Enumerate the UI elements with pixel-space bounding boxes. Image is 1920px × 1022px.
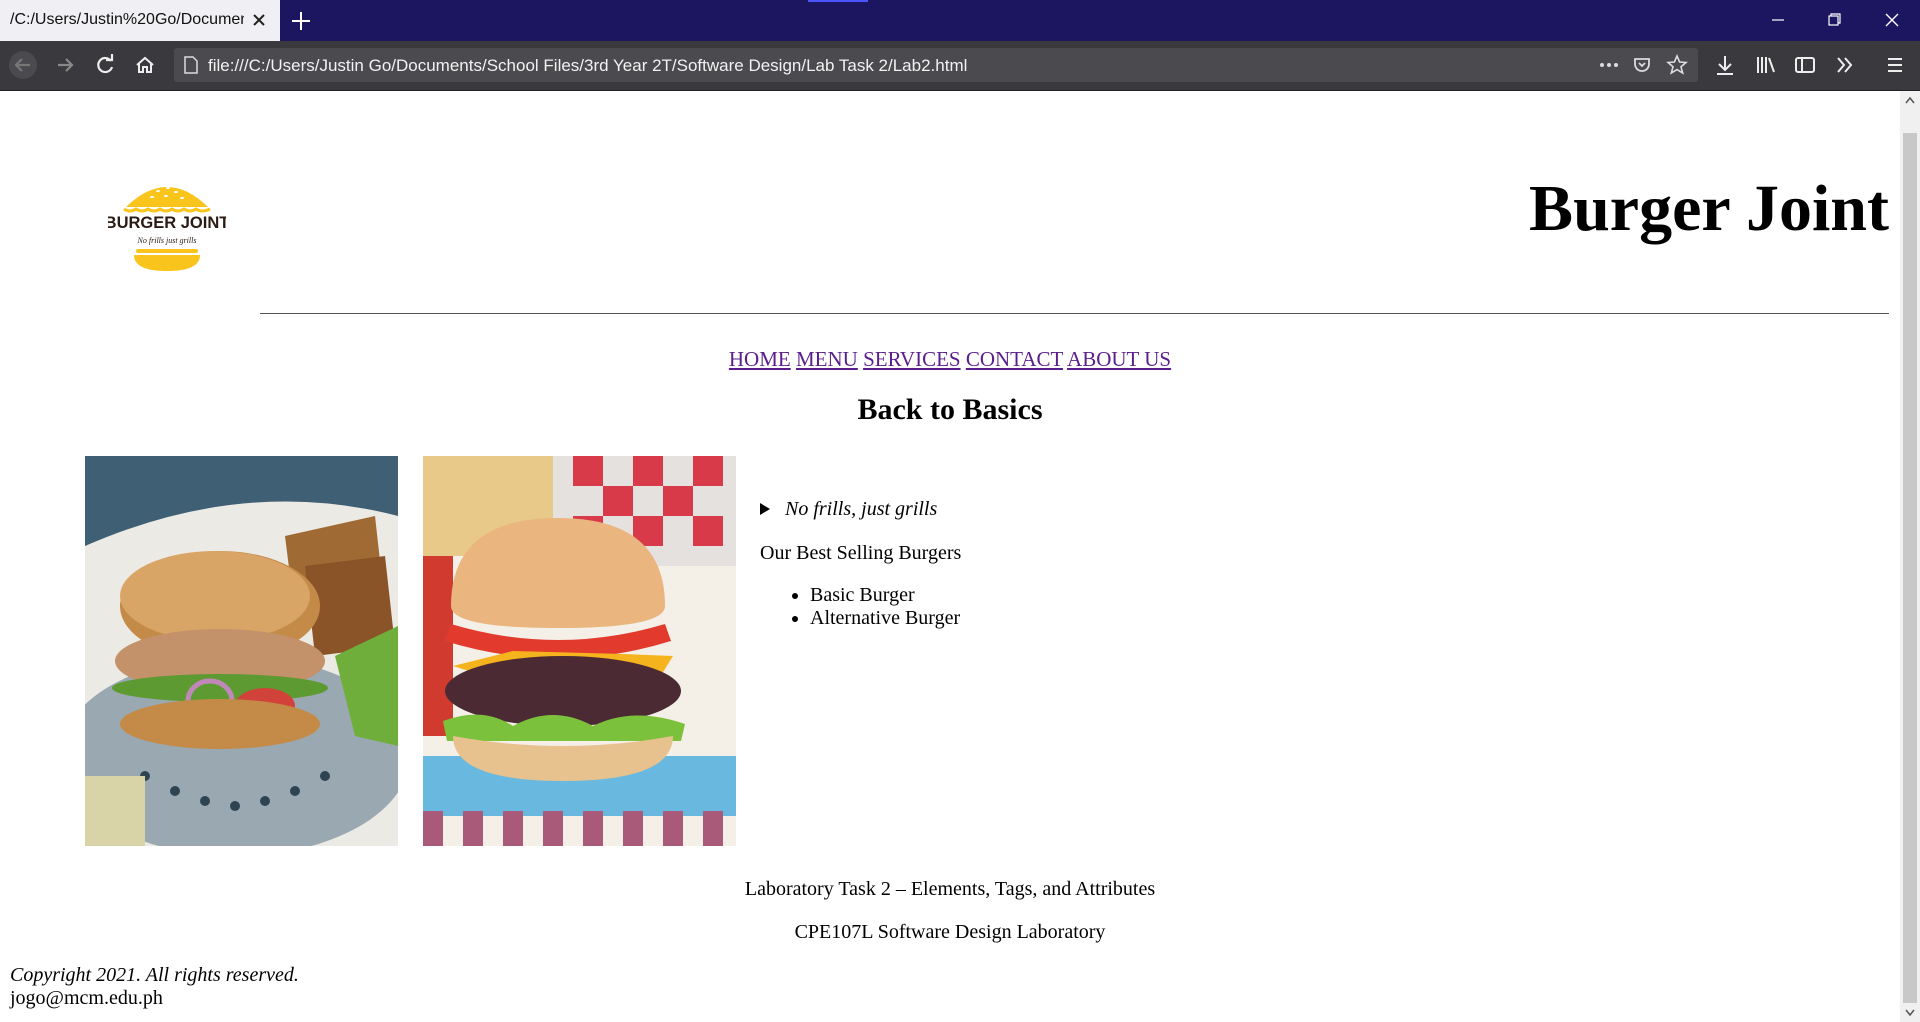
forward-arrow-icon[interactable] (50, 50, 80, 80)
cheeseburger-photo (423, 456, 736, 846)
restore-icon[interactable] (1806, 0, 1862, 41)
disclosure-triangle-icon[interactable] (760, 503, 770, 515)
sidebar-icon[interactable] (1790, 50, 1820, 80)
nav-link-services[interactable]: SERVICES (863, 347, 961, 371)
browser-tab[interactable]: /C:/Users/Justin%20Go/Documents/ (0, 0, 280, 41)
scroll-up-icon[interactable] (1904, 95, 1916, 105)
overflow-chevron-icon[interactable] (1830, 50, 1860, 80)
footer-lab-task: Laboratory Task 2 – Elements, Tags, and … (744, 878, 1156, 900)
browser-titlebar: /C:/Users/Justin%20Go/Documents/ (0, 0, 1920, 41)
back-arrow-icon[interactable] (8, 50, 38, 80)
nav-link-home[interactable]: HOME (729, 347, 791, 371)
details-disclosure[interactable]: No frills, just grills (760, 498, 937, 521)
svg-text:No frills just grills: No frills just grills (137, 236, 197, 245)
burger-joint-logo: BURGER JOINT No frills just grills (108, 187, 226, 271)
page-icon (184, 56, 198, 74)
close-tab-icon[interactable] (250, 11, 268, 29)
burger-list: Basic Burger Alternative Burger (790, 584, 960, 630)
details-summary[interactable]: No frills, just grills (785, 498, 937, 520)
page-subtitle: Back to Basics (857, 393, 1043, 426)
tab-title: /C:/Users/Justin%20Go/Documents/ (10, 11, 244, 28)
vertical-scrollbar[interactable] (1900, 91, 1920, 1022)
best-selling-heading: Our Best Selling Burgers (760, 542, 962, 564)
footer-course: CPE107L Software Design Laboratory (794, 921, 1106, 943)
bookmark-star-icon[interactable] (1666, 54, 1688, 76)
contact-email: jogo@mcm.edu.ph (10, 987, 163, 1009)
nav-link-about-us[interactable]: ABOUT US (1067, 347, 1171, 371)
tab-loading-indicator (808, 0, 868, 2)
reload-icon[interactable] (90, 50, 120, 80)
burger-basket-photo (85, 456, 398, 846)
site-title: Burger Joint (1529, 172, 1889, 245)
scroll-thumb[interactable] (1903, 133, 1917, 1003)
nav-link-contact[interactable]: CONTACT (966, 347, 1063, 371)
library-icon[interactable] (1750, 50, 1780, 80)
nav-link-menu[interactable]: MENU (796, 347, 858, 371)
home-icon[interactable] (130, 50, 160, 80)
url-text: file:///C:/Users/Justin Go/Documents/Sch… (208, 56, 968, 75)
scroll-down-icon[interactable] (1904, 1008, 1916, 1018)
new-tab-icon[interactable] (288, 9, 314, 33)
close-window-icon[interactable] (1864, 0, 1920, 41)
main-nav: HOME MENU SERVICES CONTACT ABOUT US (0, 347, 1900, 372)
browser-toolbar: file:///C:/Users/Justin Go/Documents/Sch… (0, 41, 1920, 91)
header-divider (260, 313, 1889, 314)
more-actions-icon[interactable] (1598, 56, 1620, 74)
list-item: Alternative Burger (810, 607, 960, 630)
web-page: BURGER JOINT No frills just grills Burge… (0, 91, 1900, 1022)
pocket-icon[interactable] (1632, 55, 1652, 75)
hamburger-menu-icon[interactable] (1880, 50, 1910, 80)
minimize-icon[interactable] (1750, 0, 1806, 41)
address-bar[interactable]: file:///C:/Users/Justin Go/Documents/Sch… (174, 48, 1698, 82)
downloads-icon[interactable] (1710, 50, 1740, 80)
copyright-text: Copyright 2021. All rights reserved. (10, 964, 299, 986)
svg-text:BURGER JOINT: BURGER JOINT (108, 214, 226, 232)
list-item: Basic Burger (810, 584, 960, 607)
